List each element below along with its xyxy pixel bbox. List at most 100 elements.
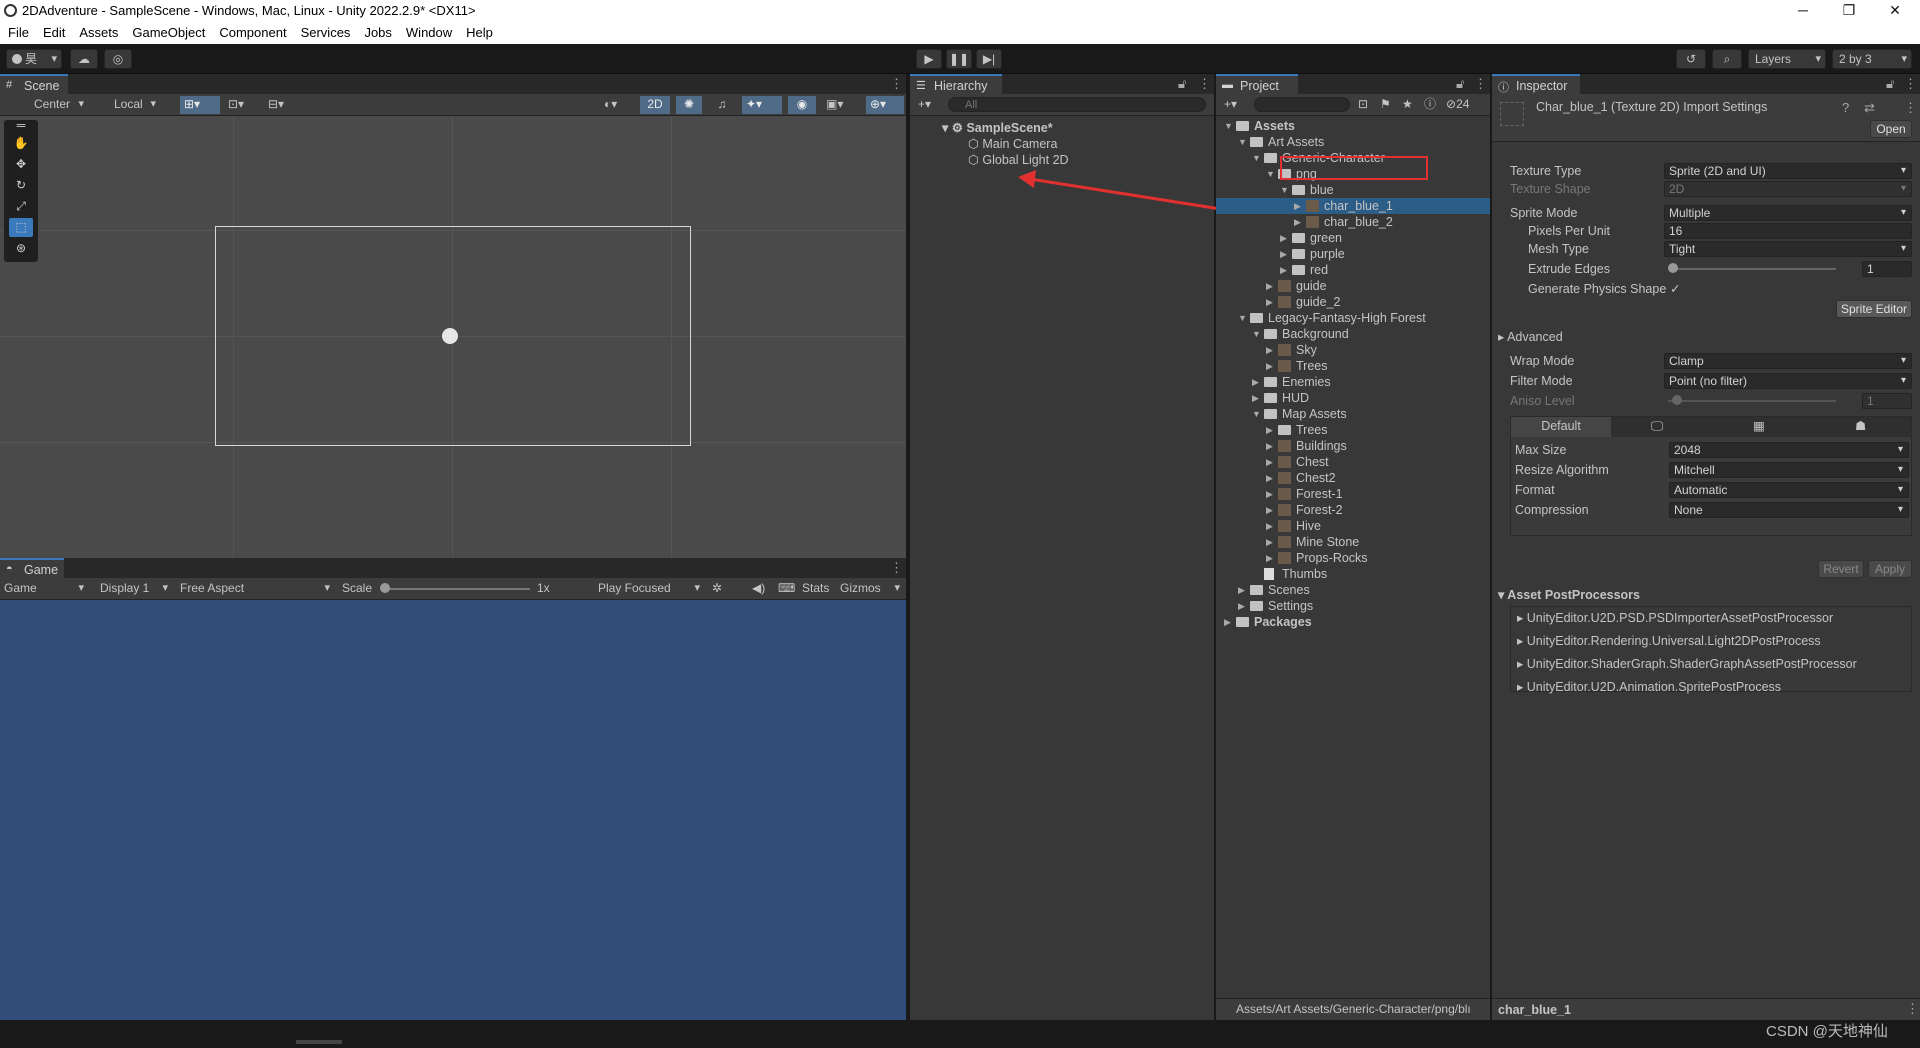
project-tree-item[interactable]: ▼ Background (1216, 326, 1490, 342)
project-menu-icon[interactable]: ⋮ (1474, 76, 1487, 92)
menu-jobs[interactable]: Jobs (356, 22, 397, 40)
stats-button[interactable]: Stats (798, 580, 834, 598)
collapse-arrow-icon[interactable]: ▶ (1266, 294, 1273, 310)
menu-window[interactable]: Window (398, 22, 458, 40)
menu-gameobject[interactable]: GameObject (124, 22, 211, 40)
menu-services[interactable]: Services (293, 22, 357, 40)
expand-arrow-icon[interactable]: ▼ (1280, 182, 1289, 198)
platform-tab-standalone-icon[interactable]: 🖵︎ (1651, 417, 1663, 435)
transform-tool-icon[interactable]: ⊛ (9, 239, 33, 258)
project-create-icon[interactable]: +▾ (1220, 96, 1242, 114)
game-menu-icon[interactable]: ⋮ (890, 560, 903, 576)
maximize-button[interactable]: ❐ (1826, 0, 1872, 22)
format-dropdown[interactable]: Automatic (1669, 482, 1909, 498)
collapse-arrow-icon[interactable]: ▶ (1266, 534, 1273, 550)
gen-physics-checkbox[interactable]: ✓ (1670, 280, 1680, 298)
project-tree-item[interactable]: ▶ Forest-1 (1216, 486, 1490, 502)
project-search-input[interactable] (1254, 97, 1350, 112)
scale-slider-handle[interactable] (380, 583, 390, 593)
search-by-label-icon[interactable]: ⚑ (1376, 96, 1395, 114)
audio-icon[interactable]: ♫ (708, 96, 736, 114)
postprocessor-item[interactable]: ▸ UnityEditor.U2D.PSD.PSDImporterAssetPo… (1517, 609, 1833, 627)
collapse-arrow-icon[interactable]: ▶ (1266, 454, 1273, 470)
collapse-arrow-icon[interactable]: ▶ (1266, 502, 1273, 518)
project-tree-item[interactable]: ▶ Chest2 (1216, 470, 1490, 486)
project-tree-item[interactable]: ▶ char_blue_2 (1216, 214, 1490, 230)
collapse-arrow-icon[interactable]: ▶ (1238, 582, 1245, 598)
lighting-icon[interactable]: ✺ (676, 96, 702, 114)
bug-icon[interactable]: ✲ (708, 580, 727, 598)
project-tree-item[interactable]: ▶ Hive (1216, 518, 1490, 534)
collapse-arrow-icon[interactable]: ▶ (1266, 486, 1273, 502)
close-button[interactable]: ✕ (1872, 0, 1918, 22)
expand-arrow-icon[interactable]: ▼ (1238, 134, 1247, 150)
project-tree-item[interactable]: ▶ Buildings (1216, 438, 1490, 454)
collapse-arrow-icon[interactable]: ▶ (1294, 214, 1301, 230)
postprocessor-item[interactable]: ▸ UnityEditor.U2D.Animation.SpritePostPr… (1517, 678, 1781, 696)
display-dropdown[interactable]: Display 1 (96, 580, 172, 598)
collapse-arrow-icon[interactable]: ▶ (1280, 230, 1287, 246)
project-tree-item[interactable]: ▶ red (1216, 262, 1490, 278)
postprocessor-item[interactable]: ▸ UnityEditor.ShaderGraph.ShaderGraphAss… (1517, 655, 1857, 673)
scene-menu-icon[interactable]: ⋮ (890, 76, 903, 92)
visibility-icon[interactable]: ◉ (788, 96, 816, 114)
project-tree-item[interactable]: ▶ Trees (1216, 422, 1490, 438)
project-tree-item[interactable]: ▶ Forest-2 (1216, 502, 1490, 518)
project-tree-item[interactable]: ▶ Settings (1216, 598, 1490, 614)
scale-tool-icon[interactable]: ⤢ (9, 197, 33, 216)
project-tree-item[interactable]: ▶ char_blue_1 (1216, 198, 1490, 214)
project-tree-item[interactable]: ▼ Map Assets (1216, 406, 1490, 422)
collab-icon[interactable]: ◎ (104, 49, 132, 69)
pivot-dropdown[interactable]: Center (16, 96, 88, 114)
collapse-arrow-icon[interactable]: ▶ (1294, 198, 1301, 214)
project-tree-item[interactable]: ▶ Props-Rocks (1216, 550, 1490, 566)
advanced-foldout[interactable]: ▸ Advanced (1498, 328, 1563, 346)
favorites-icon[interactable]: ★ (1398, 96, 1417, 114)
draw-mode-icon[interactable]: ◐▾ (600, 96, 636, 114)
play-button[interactable]: ▶ (916, 49, 942, 69)
collapse-arrow-icon[interactable]: ▶ (1266, 438, 1273, 454)
collapse-arrow-icon[interactable]: ▶ (1266, 518, 1273, 534)
wrap-mode-dropdown[interactable]: Clamp (1664, 353, 1912, 369)
rotate-tool-icon[interactable]: ↻ (9, 176, 33, 195)
postprocessors-foldout[interactable]: ▾ Asset PostProcessors (1498, 586, 1640, 604)
texture-type-dropdown[interactable]: Sprite (2D and UI) (1664, 163, 1912, 179)
project-tree-item[interactable]: ▶ Enemies (1216, 374, 1490, 390)
project-tree-item[interactable]: ▶ HUD (1216, 390, 1490, 406)
increment-snap-icon[interactable]: ⊟▾ (264, 96, 300, 114)
history-icon[interactable]: ↺ (1676, 49, 1706, 69)
pause-button[interactable]: ❚❚ (946, 49, 972, 69)
tab-game[interactable]: ◓ Game (0, 558, 64, 578)
tab-project[interactable]: ▬ Project (1216, 74, 1298, 94)
extrude-input[interactable]: 1 (1862, 261, 1912, 277)
hierarchy-menu-icon[interactable]: ⋮ (1198, 76, 1211, 92)
header-menu-icon[interactable]: ⋮ (1904, 100, 1917, 116)
project-tree-item[interactable]: ▶ Mine Stone (1216, 534, 1490, 550)
mute-icon[interactable]: ◀) (748, 580, 770, 598)
menu-assets[interactable]: Assets (71, 22, 124, 40)
collapse-arrow-icon[interactable]: ▶ (1266, 342, 1273, 358)
collapse-arrow-icon[interactable]: ▶ (1266, 550, 1273, 566)
preset-icon[interactable]: ⇄ (1864, 100, 1875, 116)
postprocessor-item[interactable]: ▸ UnityEditor.Rendering.Universal.Light2… (1517, 632, 1821, 650)
apply-button[interactable]: Apply (1868, 560, 1912, 578)
camera-settings-icon[interactable]: ▣▾ (822, 96, 862, 114)
expand-arrow-icon[interactable]: ▼ (1252, 150, 1261, 166)
expand-arrow-icon[interactable]: ▼ (1224, 118, 1233, 134)
lock-icon[interactable]: 🔓︎ (1178, 76, 1186, 92)
collapse-arrow-icon[interactable]: ▶ (1224, 614, 1231, 630)
expand-arrow-icon[interactable]: ▼ (1252, 406, 1261, 422)
expand-arrow-icon[interactable]: ▼ (1238, 310, 1247, 326)
expand-arrow-icon[interactable]: ▼ (1252, 326, 1261, 342)
collapse-arrow-icon[interactable]: ▶ (1266, 278, 1273, 294)
gizmos-icon[interactable]: ⊕▾ (866, 96, 904, 114)
project-tree-item[interactable]: ▶ Chest (1216, 454, 1490, 470)
game-view-dropdown[interactable]: Game (0, 580, 88, 598)
collapse-arrow-icon[interactable]: ▶ (1280, 262, 1287, 278)
project-tree-item[interactable]: ▼ Art Assets (1216, 134, 1490, 150)
shortcuts-icon[interactable]: ⌨ (774, 580, 800, 598)
search-icon[interactable]: ⌕ (1712, 49, 1742, 69)
collapse-arrow-icon[interactable]: ▶ (1238, 598, 1245, 614)
menu-edit[interactable]: Edit (35, 22, 71, 40)
inspector-menu-icon[interactable]: ⋮ (1904, 76, 1917, 92)
